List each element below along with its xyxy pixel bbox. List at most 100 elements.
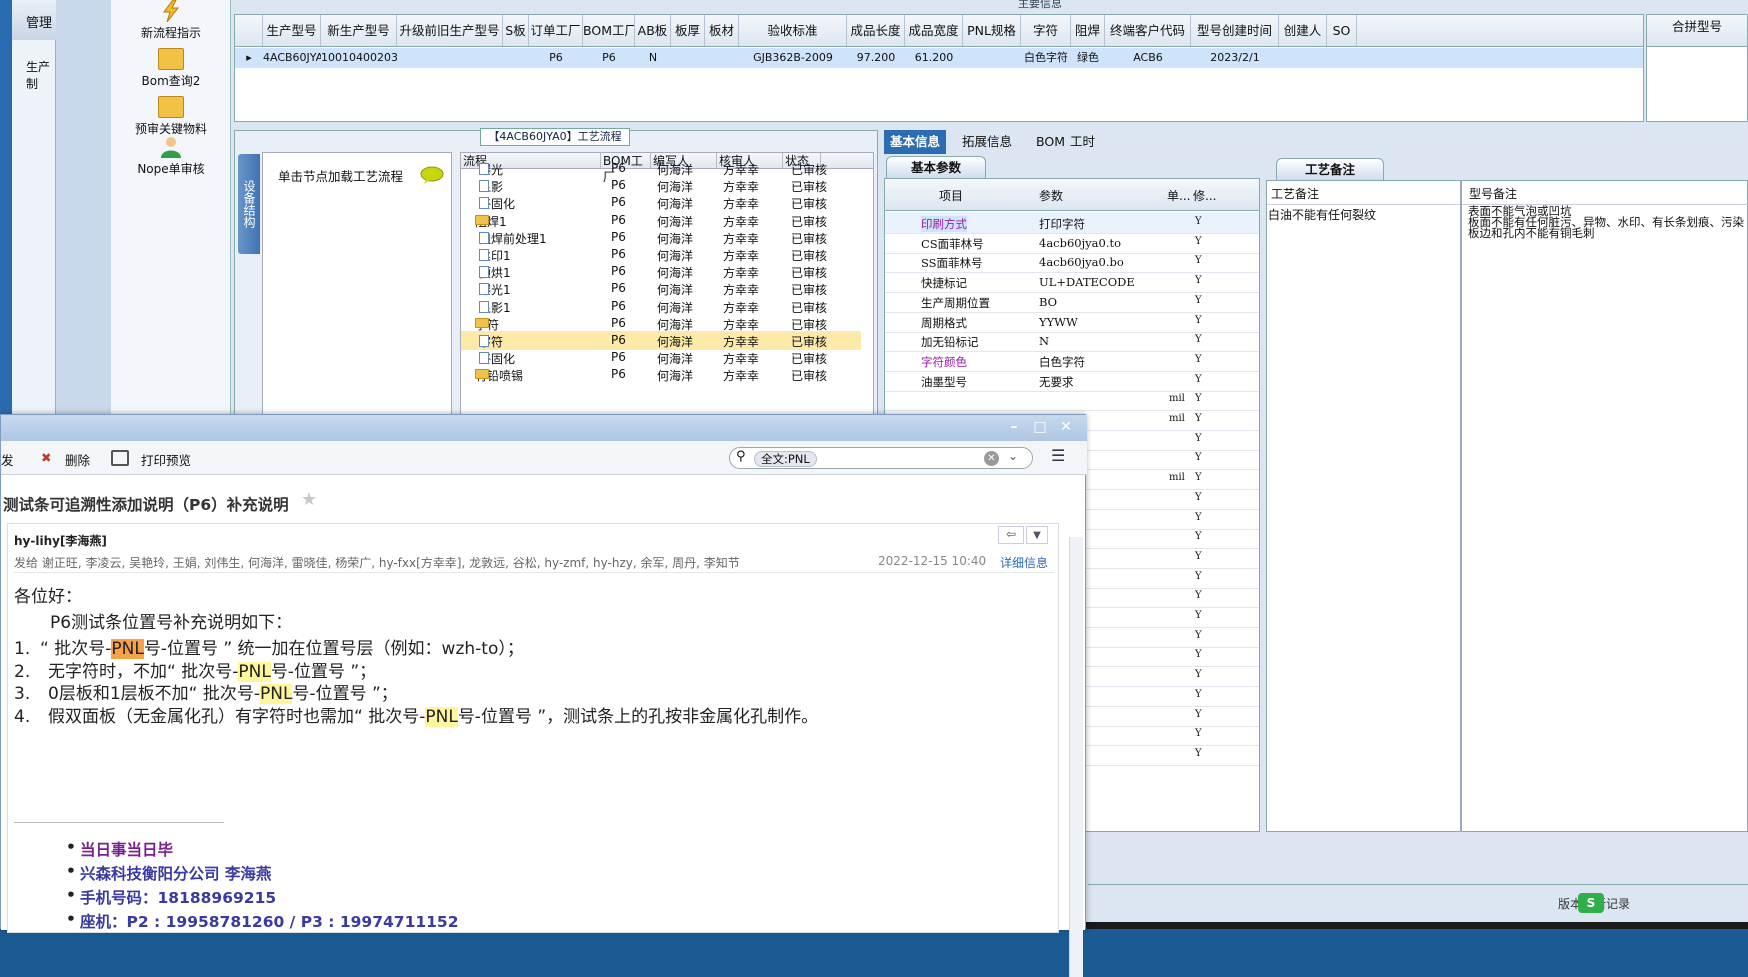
print-preview-button[interactable]: 打印预览: [141, 450, 191, 469]
grid-row-selected[interactable]: ▸4ACB60JYA010010400203234P6P6NGJB362B-20…: [235, 48, 1643, 68]
node-pane[interactable]: [262, 152, 452, 422]
grid-col-header[interactable]: 板材: [705, 15, 739, 46]
list-view-icon[interactable]: ☰: [1051, 446, 1065, 465]
grid-col-header[interactable]: S板: [503, 15, 529, 46]
grid-col-header[interactable]: PNL规格: [963, 15, 1021, 46]
param-row[interactable]: 印刷方式 打印字符 Y: [885, 212, 1259, 234]
grid-col-header[interactable]: SO: [1327, 15, 1357, 46]
tab-basic-params[interactable]: 基本参数: [886, 156, 986, 178]
model-grid[interactable]: 生产型号 新生产型号 升级前旧生产型号 S板 订单工厂 BOM工厂 AB板 板厚 板材 验收标准成…: [234, 14, 1644, 122]
mail-scrollbar[interactable]: [1069, 537, 1083, 977]
flow-row[interactable]: 阻焊1 P6 何海洋 方幸幸 已审核: [461, 211, 861, 230]
grid-cell[interactable]: [671, 48, 705, 68]
param-row[interactable]: mil Y: [885, 389, 1259, 412]
search-chip[interactable]: 全文:PNL: [754, 451, 817, 467]
reply-icon[interactable]: ⇦: [998, 526, 1024, 544]
grid-cell[interactable]: [963, 48, 1021, 68]
flow-row[interactable]: 曝光 P6 何海洋 方幸幸 已审核: [461, 159, 861, 178]
param-value[interactable]: UL+DATECODE: [1039, 275, 1135, 289]
param-value[interactable]: 打印字符: [1039, 216, 1085, 232]
search-box[interactable]: ⚲ 全文:PNL ✕ ⌄: [729, 447, 1033, 469]
param-row[interactable]: 油墨型号 无要求 Y: [885, 370, 1259, 392]
launcher-3[interactable]: Nope单审核: [111, 136, 231, 177]
more-options-icon[interactable]: ▼: [1026, 526, 1048, 544]
grid-col-header[interactable]: BOM工厂: [583, 15, 635, 46]
param-row[interactable]: 加无铅标记 N Y: [885, 330, 1259, 353]
star-icon[interactable]: ★: [301, 489, 317, 510]
grid-cell[interactable]: [397, 48, 503, 68]
maximize-icon[interactable]: □: [1031, 419, 1049, 435]
flow-row[interactable]: 显影1 P6 何海洋 方幸幸 已审核: [461, 297, 861, 316]
grid-cell[interactable]: [1279, 48, 1327, 68]
detail-link[interactable]: 详细信息: [1000, 554, 1048, 571]
grid-cell[interactable]: 61.200: [905, 48, 963, 68]
param-value[interactable]: N: [1039, 334, 1049, 348]
flow-row[interactable]: 终固化 P6 何海洋 方幸幸 已审核: [461, 348, 861, 367]
launcher-2[interactable]: 预审关键物料: [111, 96, 231, 137]
grid-col-header[interactable]: 板厚: [671, 15, 705, 46]
flow-row[interactable]: 字符P6何海洋方幸幸已审核: [461, 314, 861, 333]
minimize-icon[interactable]: –: [1005, 419, 1023, 435]
param-value[interactable]: 白色字符: [1039, 354, 1085, 370]
grid-cell[interactable]: ACB6: [1105, 48, 1191, 68]
tab-process-notes[interactable]: 工艺备注: [1276, 158, 1384, 180]
grid-cell[interactable]: 白色字符: [1021, 48, 1071, 68]
grid-cell[interactable]: [705, 48, 739, 68]
grid-col-header[interactable]: 成品宽度: [905, 15, 963, 46]
grid-col-header[interactable]: 验收标准: [739, 15, 847, 46]
chevron-down-icon[interactable]: ⌄: [1008, 449, 1018, 463]
param-row[interactable]: 周期格式 YYWW Y: [885, 311, 1259, 333]
param-value[interactable]: 4acb60jya0.to: [1039, 236, 1121, 250]
grid-cell[interactable]: [503, 48, 529, 68]
grid-col-header[interactable]: 阻焊: [1071, 15, 1105, 46]
flow-row[interactable]: 曝光1 P6 何海洋 方幸幸 已审核: [461, 279, 861, 298]
flow-row[interactable]: 阻焊前处理1 P6 何海洋 方幸幸 已审核: [461, 228, 861, 247]
param-row[interactable]: SS面菲林号 4acb60jya0.bo Y: [885, 251, 1259, 274]
tab-0[interactable]: 基本信息: [884, 130, 947, 154]
flow-row[interactable]: 有铅喷锡 P6 何海洋 方幸幸 已审核: [461, 365, 861, 384]
grid-cell[interactable]: N: [635, 48, 671, 68]
flow-row[interactable]: 显影 P6 何海洋 方幸幸 已审核: [461, 176, 861, 195]
grid-col-header[interactable]: 字符: [1021, 15, 1071, 46]
param-row[interactable]: 字符颜色 白色字符 Y: [885, 350, 1259, 372]
delete-button[interactable]: 删除: [65, 450, 90, 469]
launcher-0[interactable]: 新流程指示: [111, 0, 231, 41]
param-row[interactable]: 快捷标记 UL+DATECODE Y: [885, 271, 1259, 294]
notes-splitter[interactable]: [1460, 180, 1462, 832]
mail-from[interactable]: hy-lihy[李海燕]: [14, 532, 107, 549]
grid-cell[interactable]: 2023/2/1: [1191, 48, 1279, 68]
grid-col-header[interactable]: 成品长度: [847, 15, 905, 46]
grid-col-header[interactable]: 新生产型号: [321, 15, 397, 46]
tab-3[interactable]: 工时: [1064, 130, 1101, 154]
param-value[interactable]: 4acb60jya0.bo: [1039, 255, 1124, 269]
grid-col-header[interactable]: 型号创建时间: [1191, 15, 1279, 46]
grid-col-header[interactable]: 创建人: [1279, 15, 1327, 46]
param-value[interactable]: YYWW: [1039, 315, 1078, 329]
flow-row[interactable]: 预烘1 P6 何海洋 方幸幸 已审核: [461, 262, 861, 281]
grid-col-header[interactable]: 订单工厂: [529, 15, 583, 46]
process-flow-tree[interactable]: 流程 BOM工厂 编写人 核审人 状态 曝光 P6 何海洋 方幸幸 已审核 显影 P6 何海洋 方幸幸已…: [460, 152, 874, 422]
menu-manage[interactable]: 管理: [12, 0, 56, 40]
grid-col-header[interactable]: 终端客户代码: [1105, 15, 1191, 46]
grid-cell[interactable]: [1327, 48, 1357, 68]
close-icon[interactable]: ✕: [1057, 419, 1075, 435]
flow-row[interactable]: 丝印1 P6 何海洋 方幸幸 已审核: [461, 245, 861, 264]
tab-equipment-structure[interactable]: 设备结构: [238, 154, 260, 254]
grid-col-header[interactable]: 升级前旧生产型号: [397, 15, 503, 46]
flow-row[interactable]: 字符P6何海洋方幸幸已审核: [461, 331, 861, 350]
grid-cell[interactable]: 绿色: [1071, 48, 1105, 68]
param-row[interactable]: CS面菲林号 4acb60jya0.to Y: [885, 232, 1259, 254]
grid-cell[interactable]: 10010400203234: [321, 48, 397, 68]
grid-cell[interactable]: P6: [529, 48, 583, 68]
grid-col-header[interactable]: 生产型号: [263, 15, 321, 46]
param-value[interactable]: 无要求: [1039, 374, 1074, 390]
flow-row[interactable]: 终固化 P6 何海洋 方幸幸 已审核: [461, 193, 861, 212]
grid-cell[interactable]: 4ACB60JYA0: [263, 48, 321, 68]
grid-cell[interactable]: GJB362B-2009: [739, 48, 847, 68]
grid-cell[interactable]: P6: [583, 48, 635, 68]
send-button-partial[interactable]: 发: [1, 450, 14, 469]
tab-1[interactable]: 拓展信息: [956, 130, 1018, 154]
ime-icon[interactable]: S: [1578, 893, 1604, 913]
param-row[interactable]: 生产周期位置 BO Y: [885, 291, 1259, 313]
clear-search-icon[interactable]: ✕: [984, 451, 999, 466]
